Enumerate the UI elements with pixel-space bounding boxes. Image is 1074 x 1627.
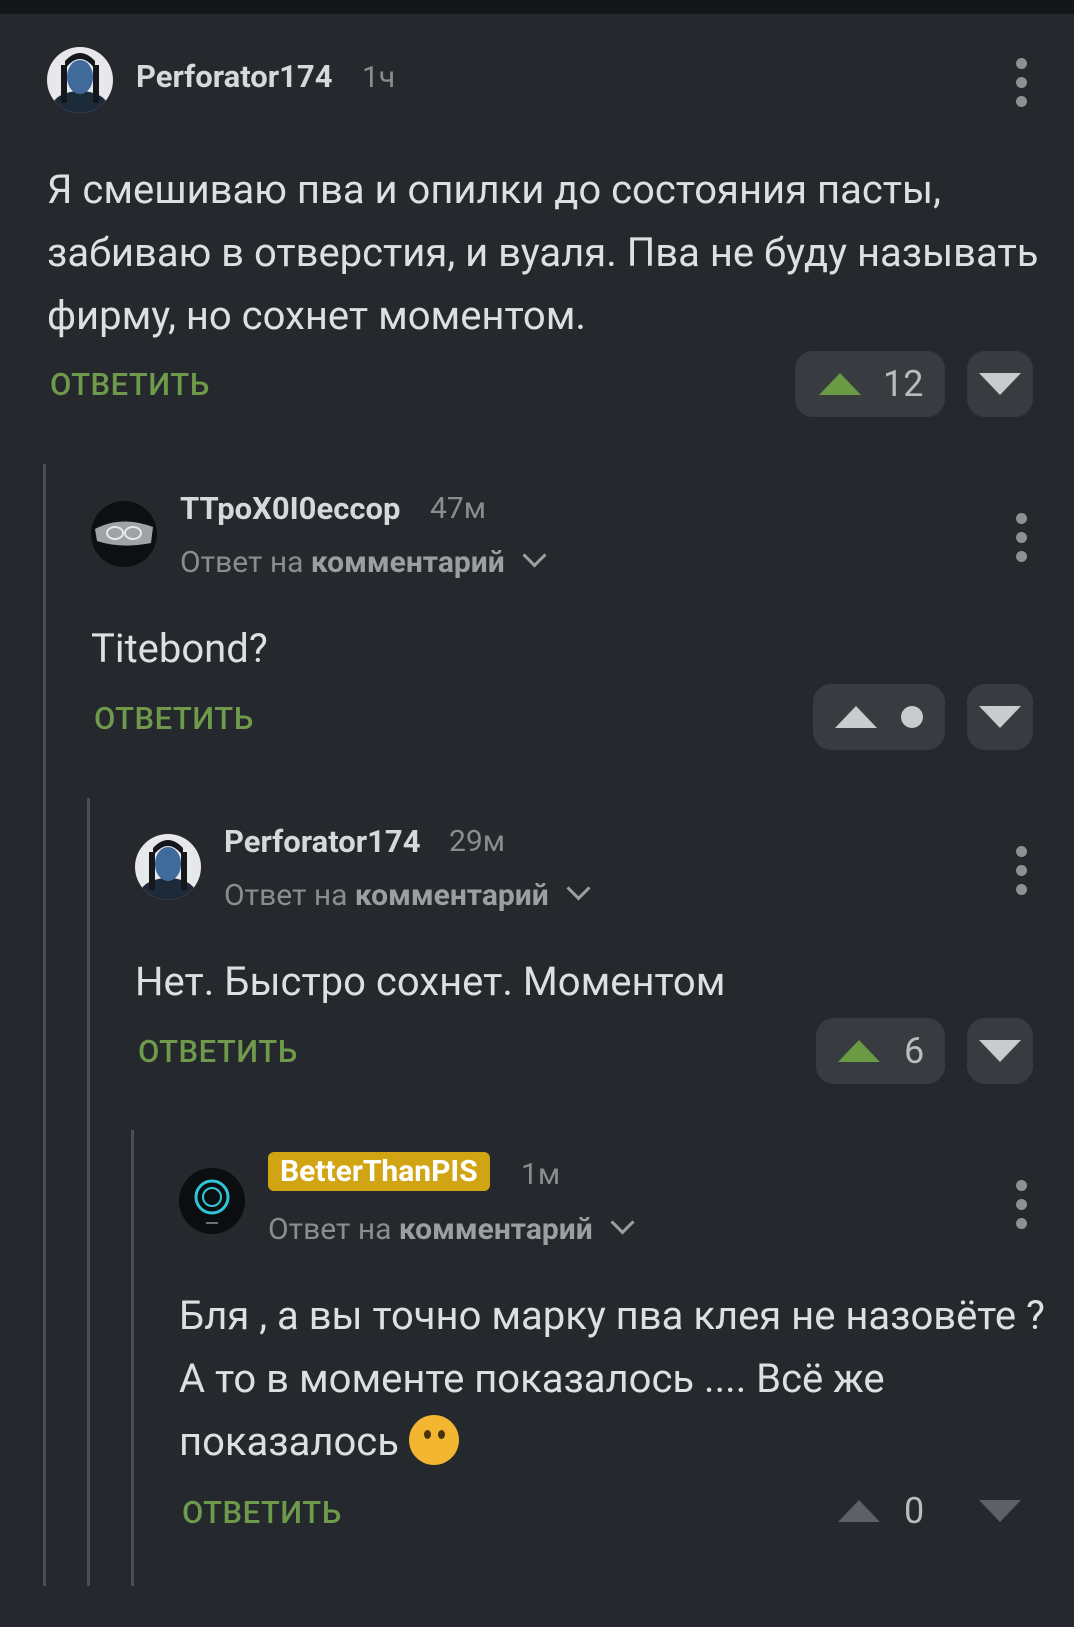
reply-to-link[interactable]: Ответ на комментарий	[268, 1210, 635, 1247]
username[interactable]: Perforator174	[136, 58, 332, 95]
reply-button[interactable]: ОТВЕТИТЬ	[50, 366, 210, 403]
avatar[interactable]	[47, 47, 113, 113]
reply-to-target[interactable]: комментарий	[399, 1212, 593, 1247]
reply-button[interactable]: ОТВЕТИТЬ	[94, 700, 254, 737]
score: 0	[904, 1490, 925, 1532]
chevron-down-icon[interactable]	[566, 876, 591, 901]
timestamp: 47м	[430, 491, 486, 526]
thread-line-level1	[43, 464, 46, 1586]
thread-line-level2	[87, 798, 90, 1586]
comment-text: Нет. Быстро сохнет. Моментом	[135, 958, 726, 1005]
timestamp: 1ч	[362, 60, 396, 95]
reply-to-prefix: Ответ на	[224, 878, 348, 913]
more-options-icon[interactable]	[1016, 846, 1028, 903]
username-badge[interactable]: BetterThanPIS	[268, 1152, 490, 1191]
upvote-button[interactable]: 6	[816, 1018, 945, 1084]
downvote-button[interactable]	[967, 684, 1033, 750]
upvote-icon	[838, 1500, 880, 1522]
downvote-icon	[979, 373, 1021, 395]
thinking-face-icon	[408, 1415, 459, 1466]
upvote-icon	[835, 706, 877, 728]
avatar[interactable]	[91, 501, 157, 567]
comment-text-content: Бля , а вы точно марку пва клея не назов…	[179, 1292, 1045, 1465]
more-options-icon[interactable]	[1016, 513, 1028, 570]
thread-line-level3	[131, 1130, 134, 1586]
avatar[interactable]	[135, 834, 201, 900]
upvote-button[interactable]: 0	[830, 1478, 945, 1544]
downvote-button[interactable]	[967, 351, 1033, 417]
downvote-icon	[979, 1040, 1021, 1062]
avatar[interactable]	[179, 1168, 245, 1234]
timestamp: 29м	[449, 824, 505, 859]
chevron-down-icon[interactable]	[610, 1210, 635, 1235]
chevron-down-icon[interactable]	[522, 543, 547, 568]
downvote-icon	[979, 1500, 1021, 1522]
comment-text: Я смешиваю пва и опилки до состояния пас…	[47, 166, 1039, 339]
upvote-button[interactable]: 12	[795, 351, 945, 417]
score: 6	[904, 1030, 925, 1072]
username[interactable]: ТТроХ0I0еccop	[180, 490, 400, 527]
more-options-icon[interactable]	[1016, 1180, 1028, 1237]
downvote-button[interactable]	[967, 1478, 1033, 1544]
reply-button[interactable]: ОТВЕТИТЬ	[182, 1494, 342, 1531]
upvote-button[interactable]	[813, 684, 945, 750]
reply-to-target[interactable]: комментарий	[311, 545, 505, 580]
more-options-icon[interactable]	[1016, 58, 1028, 115]
status-bar	[0, 0, 1074, 14]
reply-to-prefix: Ответ на	[180, 545, 304, 580]
vote-hidden-dot	[901, 706, 923, 728]
reply-to-link[interactable]: Ответ на комментарий	[180, 543, 547, 580]
upvote-icon	[838, 1040, 880, 1062]
reply-button[interactable]: ОТВЕТИТЬ	[138, 1033, 298, 1070]
username[interactable]: Perforator174	[224, 823, 420, 860]
reply-to-link[interactable]: Ответ на комментарий	[224, 876, 591, 913]
downvote-button[interactable]	[967, 1018, 1033, 1084]
score: 12	[883, 363, 924, 405]
comment-text: Бля , а вы точно марку пва клея не назов…	[179, 1284, 1059, 1473]
timestamp: 1м	[521, 1157, 561, 1192]
downvote-icon	[979, 706, 1021, 728]
comment-text: Titebond?	[91, 625, 268, 672]
reply-to-prefix: Ответ на	[268, 1212, 392, 1247]
reply-to-target[interactable]: комментарий	[355, 878, 549, 913]
upvote-icon	[819, 373, 861, 395]
